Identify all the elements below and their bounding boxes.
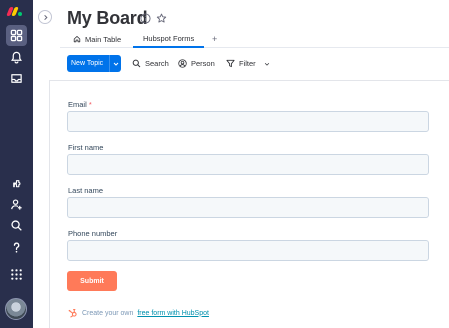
person-icon — [178, 59, 187, 68]
inbox-icon[interactable] — [6, 68, 27, 89]
page-title[interactable]: My Board — [67, 8, 148, 29]
apps-grid-icon[interactable] — [6, 264, 27, 285]
first-name-label: First name — [68, 143, 104, 152]
tab-label: Main Table — [85, 34, 122, 44]
required-mark: * — [88, 100, 92, 109]
first-name-field[interactable] — [67, 154, 429, 175]
star-icon[interactable] — [155, 12, 167, 24]
chevron-down-icon — [113, 62, 118, 66]
tab-main-table[interactable]: Main Table — [73, 30, 121, 48]
hubspot-link[interactable]: free form with HubSpot — [137, 310, 209, 317]
home-icon — [73, 36, 81, 43]
avatar[interactable] — [5, 298, 27, 320]
search-button[interactable]: Search — [132, 55, 169, 72]
tab-hubspot-forms[interactable]: Hubspot Forms — [133, 30, 205, 48]
board-icon[interactable] — [6, 25, 27, 46]
phone-number-label: Phone number — [68, 229, 118, 238]
email-field[interactable] — [67, 111, 429, 132]
last-name-field[interactable] — [67, 197, 429, 218]
chevron-right-icon — [43, 14, 48, 20]
monday-logo[interactable] — [6, 7, 22, 16]
submit-button[interactable]: Submit — [67, 271, 117, 291]
apps-icon[interactable] — [6, 173, 27, 194]
search-label: Search — [145, 59, 169, 68]
chevron-down-icon — [264, 62, 269, 66]
last-name-label: Last name — [68, 186, 104, 195]
tab-label: Hubspot Forms — [143, 33, 195, 43]
phone-number-field[interactable] — [67, 240, 429, 261]
view-tabs: Main Table Hubspot Forms + — [60, 30, 449, 48]
person-label: Person — [191, 59, 215, 68]
person-filter-button[interactable]: Person — [178, 55, 215, 72]
collapse-sidebar-button[interactable] — [38, 10, 52, 24]
search-icon[interactable] — [6, 215, 27, 236]
info-icon[interactable] — [139, 12, 151, 24]
filter-button[interactable]: Filter — [226, 55, 270, 72]
notifications-icon[interactable] — [6, 47, 27, 68]
filter-label: Filter — [239, 59, 256, 68]
email-label: Email * — [68, 100, 92, 109]
left-rail — [0, 0, 33, 328]
new-topic-dropdown[interactable] — [109, 55, 121, 72]
promo-text: Create your own — [82, 309, 134, 317]
new-topic-label: New Topic — [71, 60, 104, 67]
add-view-button[interactable]: + — [212, 30, 217, 48]
invite-icon[interactable] — [6, 194, 27, 215]
hubspot-promo: Create your own free form with HubSpot — [68, 308, 209, 318]
filter-icon — [226, 59, 235, 68]
hubspot-logo-icon — [68, 308, 77, 318]
search-icon — [132, 59, 141, 68]
new-topic-button[interactable]: New Topic — [67, 55, 121, 72]
add-view-label: + — [212, 34, 218, 44]
email-label-text: Email — [68, 100, 87, 109]
help-icon[interactable] — [6, 237, 27, 258]
